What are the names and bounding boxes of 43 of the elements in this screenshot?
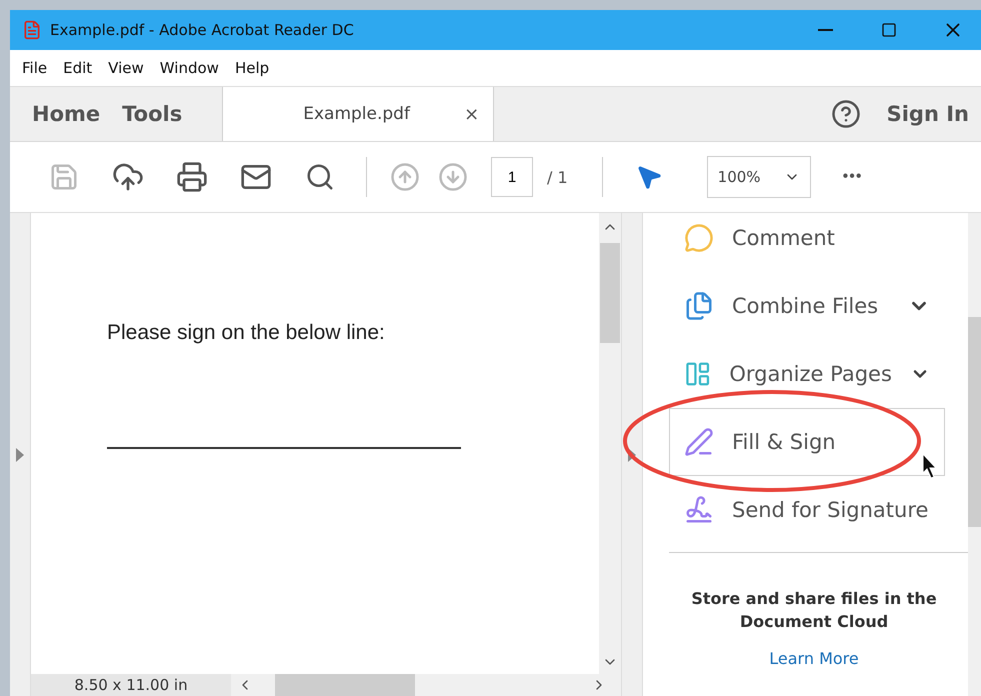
learn-more-link[interactable]: Learn More [669, 649, 959, 668]
speech-bubble-icon [684, 223, 714, 253]
document-tab[interactable]: Example.pdf × [222, 87, 494, 141]
menu-item[interactable]: Help [226, 59, 278, 77]
tab-close-button[interactable]: × [464, 104, 480, 124]
maximize-icon [881, 22, 897, 38]
mouse-cursor-icon [922, 453, 938, 479]
menu-item[interactable]: Edit [55, 59, 100, 77]
save-icon [49, 162, 79, 192]
arrow-up-icon [390, 162, 420, 192]
signature-icon [684, 495, 714, 525]
arrow-down-icon [438, 162, 468, 192]
document-text: Please sign on the below line: [107, 321, 386, 345]
pen-icon [684, 427, 714, 457]
printer-icon [176, 161, 208, 193]
nav-tab[interactable]: Home [10, 87, 100, 141]
menu-item[interactable]: File [14, 59, 56, 77]
page-total: / 1 [547, 168, 568, 186]
menu-item[interactable]: View [100, 59, 152, 77]
scroll-thumb[interactable] [968, 317, 981, 527]
page-size-label: 8.50 x 11.00 in [31, 674, 231, 696]
pane-scrollbar[interactable] [968, 213, 981, 696]
left-panel-toggle[interactable] [10, 213, 31, 696]
horizontal-scrollbar[interactable] [231, 674, 621, 696]
zoom-dropdown[interactable]: 100% [706, 156, 811, 198]
tool-item[interactable]: Fill & Sign [669, 408, 945, 476]
minimize-icon [818, 29, 832, 31]
vertical-scrollbar[interactable] [599, 213, 621, 674]
sign-in-button[interactable]: Sign In [880, 101, 975, 127]
files-icon [684, 291, 714, 321]
scroll-thumb[interactable] [600, 243, 620, 343]
nav-tab[interactable]: Tools [100, 87, 182, 141]
cloud-promo-text: Store and share files in the Document Cloud [690, 588, 938, 633]
help-icon[interactable] [830, 99, 861, 129]
more-button[interactable]: ••• [836, 167, 868, 187]
cloud-upload-icon [112, 161, 144, 193]
page-number-field[interactable]: 1 [491, 157, 533, 197]
window-title: Example.pdf - Adobe Acrobat Reader DC [50, 21, 355, 39]
right-panel-toggle[interactable] [622, 213, 643, 696]
menu-item[interactable]: Window [152, 59, 227, 77]
scroll-thumb[interactable] [275, 674, 415, 696]
search-icon [305, 162, 335, 192]
pdf-file-icon [22, 20, 42, 40]
